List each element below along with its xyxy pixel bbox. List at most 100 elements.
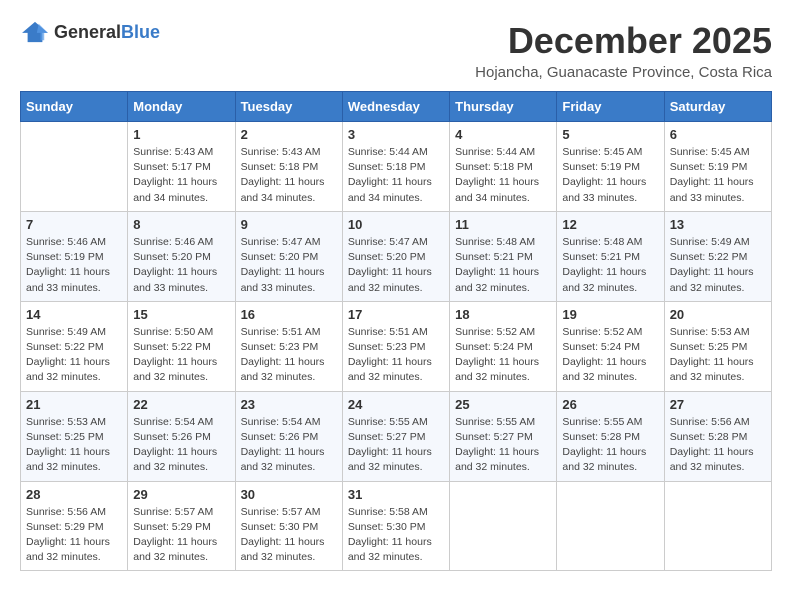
cell-info: Sunrise: 5:53 AMSunset: 5:25 PMDaylight:… — [670, 325, 766, 386]
calendar-cell: 20 Sunrise: 5:53 AMSunset: 5:25 PMDayligh… — [664, 301, 771, 391]
cell-date: 18 — [455, 307, 551, 322]
cell-info: Sunrise: 5:49 AMSunset: 5:22 PMDaylight:… — [670, 235, 766, 296]
calendar-header-row: SundayMondayTuesdayWednesdayThursdayFrid… — [21, 92, 772, 122]
cell-info: Sunrise: 5:43 AMSunset: 5:17 PMDaylight:… — [133, 145, 229, 206]
cell-info: Sunrise: 5:57 AMSunset: 5:30 PMDaylight:… — [241, 505, 337, 566]
calendar-cell: 12Sunrise: 5:48 AMSunset: 5:21 PMDayligh… — [557, 211, 664, 301]
cell-info: Sunrise: 5:55 AMSunset: 5:28 PMDaylight:… — [562, 415, 658, 476]
cell-info: Sunrise: 5:54 AMSunset: 5:26 PMDaylight:… — [241, 415, 337, 476]
cell-date: 24 — [348, 397, 444, 412]
cell-date: 9 — [241, 217, 337, 232]
cell-info: Sunrise: 5:45 AMSunset: 5:19 PMDaylight:… — [562, 145, 658, 206]
cell-date: 20 — [670, 307, 766, 322]
cell-date: 28 — [26, 487, 122, 502]
cell-date: 6 — [670, 127, 766, 142]
cell-date: 30 — [241, 487, 337, 502]
cell-info: Sunrise: 5:52 AMSunset: 5:24 PMDaylight:… — [562, 325, 658, 386]
calendar-week-row: 14 Sunrise: 5:49 AMSunset: 5:22 PMDayligh… — [21, 301, 772, 391]
cell-date: 16 — [241, 307, 337, 322]
day-header-sunday: Sunday — [21, 92, 128, 122]
cell-date: 11 — [455, 217, 551, 232]
cell-date: 17 — [348, 307, 444, 322]
calendar-cell: 25 Sunrise: 5:55 AMSunset: 5:27 PMDayligh… — [450, 391, 557, 481]
calendar-cell: 29 Sunrise: 5:57 AMSunset: 5:29 PMDayligh… — [128, 481, 235, 571]
cell-date: 22 — [133, 397, 229, 412]
calendar-week-row: 7 Sunrise: 5:46 AMSunset: 5:19 PMDaylight… — [21, 211, 772, 301]
cell-info: Sunrise: 5:55 AMSunset: 5:27 PMDaylight:… — [348, 415, 444, 476]
cell-info: Sunrise: 5:55 AMSunset: 5:27 PMDaylight:… — [455, 415, 551, 476]
calendar-cell: 22 Sunrise: 5:54 AMSunset: 5:26 PMDayligh… — [128, 391, 235, 481]
cell-info: Sunrise: 5:56 AMSunset: 5:29 PMDaylight:… — [26, 505, 122, 566]
calendar-cell: 31 Sunrise: 5:58 AMSunset: 5:30 PMDayligh… — [342, 481, 449, 571]
day-header-thursday: Thursday — [450, 92, 557, 122]
day-header-tuesday: Tuesday — [235, 92, 342, 122]
calendar-cell: 16 Sunrise: 5:51 AMSunset: 5:23 PMDayligh… — [235, 301, 342, 391]
calendar-table: SundayMondayTuesdayWednesdayThursdayFrid… — [20, 91, 772, 571]
day-header-friday: Friday — [557, 92, 664, 122]
calendar-week-row: 28 Sunrise: 5:56 AMSunset: 5:29 PMDayligh… — [21, 481, 772, 571]
cell-date: 25 — [455, 397, 551, 412]
day-header-wednesday: Wednesday — [342, 92, 449, 122]
cell-info: Sunrise: 5:54 AMSunset: 5:26 PMDaylight:… — [133, 415, 229, 476]
cell-date: 23 — [241, 397, 337, 412]
cell-date: 15 — [133, 307, 229, 322]
day-header-saturday: Saturday — [664, 92, 771, 122]
cell-info: Sunrise: 5:45 AMSunset: 5:19 PMDaylight:… — [670, 145, 766, 206]
calendar-cell: 14 Sunrise: 5:49 AMSunset: 5:22 PMDayligh… — [21, 301, 128, 391]
cell-date: 29 — [133, 487, 229, 502]
cell-date: 8 — [133, 217, 229, 232]
cell-date: 31 — [348, 487, 444, 502]
logo-blue: Blue — [121, 22, 160, 42]
calendar-cell: 19Sunrise: 5:52 AMSunset: 5:24 PMDayligh… — [557, 301, 664, 391]
calendar-cell: 23 Sunrise: 5:54 AMSunset: 5:26 PMDayligh… — [235, 391, 342, 481]
cell-date: 5 — [562, 127, 658, 142]
cell-date: 27 — [670, 397, 766, 412]
calendar-cell: 8 Sunrise: 5:46 AMSunset: 5:20 PMDaylight… — [128, 211, 235, 301]
cell-date: 14 — [26, 307, 122, 322]
calendar-cell: 5 Sunrise: 5:45 AMSunset: 5:19 PMDaylight… — [557, 122, 664, 212]
calendar-cell: 2Sunrise: 5:43 AMSunset: 5:18 PMDaylight… — [235, 122, 342, 212]
cell-info: Sunrise: 5:46 AMSunset: 5:20 PMDaylight:… — [133, 235, 229, 296]
cell-info: Sunrise: 5:56 AMSunset: 5:28 PMDaylight:… — [670, 415, 766, 476]
calendar-cell: 24 Sunrise: 5:55 AMSunset: 5:27 PMDayligh… — [342, 391, 449, 481]
logo: GeneralBlue — [20, 20, 160, 44]
title-section: December 2025 Hojancha, Guanacaste Provi… — [475, 20, 772, 81]
calendar-cell: 11 Sunrise: 5:48 AMSunset: 5:21 PMDayligh… — [450, 211, 557, 301]
cell-date: 2 — [241, 127, 337, 142]
cell-date: 12 — [562, 217, 658, 232]
cell-info: Sunrise: 5:47 AMSunset: 5:20 PMDaylight:… — [348, 235, 444, 296]
cell-info: Sunrise: 5:52 AMSunset: 5:24 PMDaylight:… — [455, 325, 551, 386]
cell-info: Sunrise: 5:50 AMSunset: 5:22 PMDaylight:… — [133, 325, 229, 386]
calendar-cell: 10 Sunrise: 5:47 AMSunset: 5:20 PMDayligh… — [342, 211, 449, 301]
calendar-cell — [557, 481, 664, 571]
cell-info: Sunrise: 5:49 AMSunset: 5:22 PMDaylight:… — [26, 325, 122, 386]
cell-info: Sunrise: 5:51 AMSunset: 5:23 PMDaylight:… — [348, 325, 444, 386]
calendar-cell: 7 Sunrise: 5:46 AMSunset: 5:19 PMDaylight… — [21, 211, 128, 301]
cell-info: Sunrise: 5:44 AMSunset: 5:18 PMDaylight:… — [455, 145, 551, 206]
calendar-week-row: 21 Sunrise: 5:53 AMSunset: 5:25 PMDayligh… — [21, 391, 772, 481]
logo-icon — [20, 20, 50, 44]
calendar-week-row: 1Sunrise: 5:43 AMSunset: 5:17 PMDaylight… — [21, 122, 772, 212]
calendar-cell: 4Sunrise: 5:44 AMSunset: 5:18 PMDaylight… — [450, 122, 557, 212]
cell-date: 10 — [348, 217, 444, 232]
cell-date: 21 — [26, 397, 122, 412]
cell-info: Sunrise: 5:53 AMSunset: 5:25 PMDaylight:… — [26, 415, 122, 476]
cell-info: Sunrise: 5:46 AMSunset: 5:19 PMDaylight:… — [26, 235, 122, 296]
calendar-cell: 18 Sunrise: 5:52 AMSunset: 5:24 PMDayligh… — [450, 301, 557, 391]
day-header-monday: Monday — [128, 92, 235, 122]
calendar-cell: 13Sunrise: 5:49 AMSunset: 5:22 PMDayligh… — [664, 211, 771, 301]
calendar-cell: 6 Sunrise: 5:45 AMSunset: 5:19 PMDaylight… — [664, 122, 771, 212]
cell-info: Sunrise: 5:58 AMSunset: 5:30 PMDaylight:… — [348, 505, 444, 566]
cell-date: 3 — [348, 127, 444, 142]
logo-general: General — [54, 22, 121, 42]
cell-date: 7 — [26, 217, 122, 232]
cell-info: Sunrise: 5:57 AMSunset: 5:29 PMDaylight:… — [133, 505, 229, 566]
cell-info: Sunrise: 5:51 AMSunset: 5:23 PMDaylight:… — [241, 325, 337, 386]
subtitle: Hojancha, Guanacaste Province, Costa Ric… — [475, 64, 772, 81]
main-title: December 2025 — [475, 20, 772, 62]
cell-info: Sunrise: 5:48 AMSunset: 5:21 PMDaylight:… — [455, 235, 551, 296]
calendar-cell: 28 Sunrise: 5:56 AMSunset: 5:29 PMDayligh… — [21, 481, 128, 571]
calendar-cell: 30 Sunrise: 5:57 AMSunset: 5:30 PMDayligh… — [235, 481, 342, 571]
calendar-cell: 9Sunrise: 5:47 AMSunset: 5:20 PMDaylight… — [235, 211, 342, 301]
calendar-cell — [21, 122, 128, 212]
